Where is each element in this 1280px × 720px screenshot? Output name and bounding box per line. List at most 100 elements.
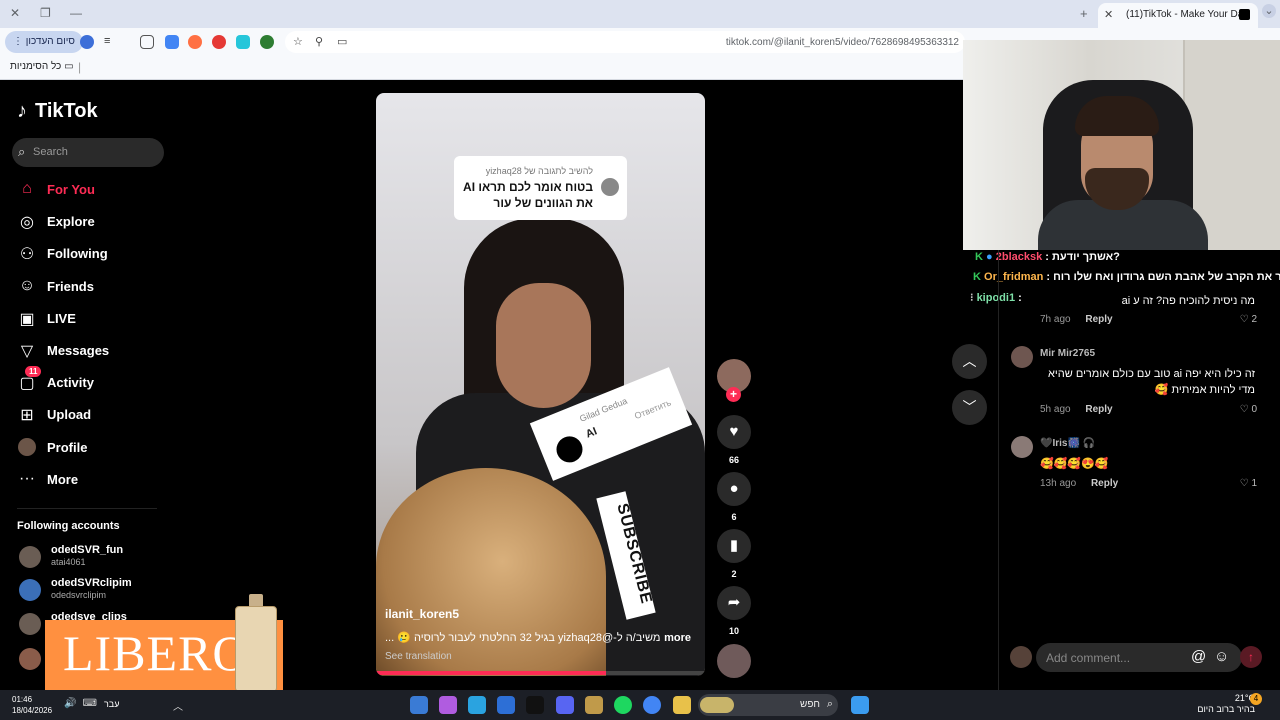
end-session-button[interactable]: ⋮ סיום העדכון — [5, 31, 83, 53]
browser-tab-tiktok[interactable]: ✕ (11)TikTok - Make Your Day — [1098, 3, 1258, 28]
new-tab-icon[interactable]: + — [1080, 6, 1088, 21]
avatar — [552, 432, 587, 467]
extensions-icon[interactable] — [140, 35, 154, 49]
minimize-window-icon[interactable]: — — [70, 6, 82, 20]
cast-icon[interactable]: ▭ — [337, 35, 347, 48]
app-gold-icon[interactable] — [585, 696, 603, 714]
nav-following[interactable]: ⚇ Following — [17, 241, 167, 269]
emoji-icon[interactable]: ☺ — [1214, 648, 1229, 665]
system-tray-icons[interactable]: 🔊⌨ — [64, 698, 103, 709]
follow-plus-button[interactable]: + — [726, 387, 741, 402]
save-action[interactable]: ▮ 2 — [717, 529, 751, 579]
input-language[interactable]: עבר — [104, 699, 119, 709]
taskbar-search[interactable]: חפש ⌕ — [698, 694, 838, 716]
avatar — [19, 579, 41, 601]
home-icon: ⌂ — [22, 180, 32, 197]
tiktok-favicon — [1239, 9, 1250, 20]
chevron-up-icon[interactable]: ︿ — [173, 698, 191, 716]
profile-avatar-icon[interactable] — [80, 35, 94, 49]
comment-action[interactable]: ● 6 — [717, 472, 751, 522]
following-account[interactable]: odedSVR_fun atai4061 — [17, 544, 167, 574]
avatar[interactable] — [1011, 436, 1033, 458]
app-grid-icon[interactable] — [497, 696, 515, 714]
spotify-icon[interactable] — [614, 696, 632, 714]
heart-outline-icon: ♡ — [1239, 478, 1249, 489]
video-player[interactable]: להשיב לתגובה של yizhaq28 בטוח אומר לכם ת… — [376, 93, 705, 676]
avatar[interactable] — [1011, 346, 1033, 368]
nav-activity[interactable]: ▢ 11 Activity — [17, 366, 167, 398]
see-translation-link[interactable]: See translation — [385, 651, 452, 662]
reading-list-icon[interactable]: ≡ — [104, 35, 118, 49]
nav-upload[interactable]: ⊞ Upload — [17, 402, 167, 430]
weather-widget[interactable]: 21°C בהיר ברוב היום — [1195, 693, 1255, 715]
previous-video-button[interactable]: ︿ — [952, 344, 987, 379]
browser-tab-strip: ✕ ❐ — + ✕ (11)TikTok - Make Your Day ⌄ — [0, 0, 1280, 28]
search-input[interactable]: ⌕ Search — [12, 138, 164, 167]
folder-icon: ▭ — [64, 61, 74, 72]
close-tab-icon[interactable]: ✕ — [1104, 8, 1113, 21]
reply-button[interactable]: Reply — [1085, 314, 1112, 325]
more-icon: ··· — [19, 470, 35, 487]
url-text: tiktok.com/@ilanit_koren5/video/76286984… — [725, 37, 959, 48]
share-icon[interactable]: ➦ — [717, 586, 751, 620]
extension-teal-icon[interactable] — [236, 35, 250, 49]
comment-like[interactable]: ♡ 2 — [1240, 314, 1257, 325]
search-icon: ⌕ — [826, 698, 833, 710]
maximize-window-icon[interactable]: ❐ — [40, 6, 51, 20]
all-bookmarks-button[interactable]: כל הסימניות ▭ — [10, 61, 74, 72]
comment-like[interactable]: ♡ 0 — [1240, 404, 1257, 415]
tiktok-logo[interactable]: ♪ TikTok — [17, 100, 98, 123]
share-action[interactable]: ➦ 10 — [717, 586, 751, 636]
next-video-button[interactable]: ﹀ — [952, 390, 987, 425]
discord-icon[interactable] — [556, 696, 574, 714]
bookmark-star-icon[interactable]: ☆ — [293, 35, 303, 48]
video-person — [496, 283, 591, 408]
nav-more[interactable]: ··· More — [17, 467, 167, 495]
video-progress-bar[interactable] — [376, 671, 705, 675]
sound-avatar[interactable] — [717, 644, 751, 678]
tab-title: (11)TikTok - Make Your Day — [1126, 9, 1249, 20]
post-comment-button[interactable]: ↑ — [1240, 646, 1262, 668]
following-icon: ⚇ — [19, 246, 35, 263]
mention-icon[interactable]: @ — [1191, 648, 1206, 665]
video-author[interactable]: ilanit_koren5 — [385, 607, 459, 621]
reply-button[interactable]: Reply — [1085, 404, 1112, 415]
like-count: 66 — [728, 455, 739, 465]
nav-friends[interactable]: ☺ Friends — [17, 274, 167, 302]
comment-like[interactable]: ♡ 1 — [1240, 478, 1257, 489]
avatar — [19, 648, 41, 670]
extension-green-icon[interactable] — [260, 35, 274, 49]
following-account[interactable]: odedSVRclipim odedsvrclipim — [17, 577, 167, 607]
nav-explore[interactable]: ◎ Explore — [17, 209, 167, 237]
clock[interactable]: 01:46 18/04/2026 — [12, 694, 52, 716]
extension-downloads-icon[interactable] — [165, 35, 179, 49]
avatar — [19, 546, 41, 568]
telegram-icon[interactable] — [468, 696, 486, 714]
address-bar[interactable]: ☆ ⚲ ▭ tiktok.com/@ilanit_koren5/video/76… — [285, 31, 965, 53]
caption-more-button[interactable]: more — [664, 632, 691, 644]
notification-badge[interactable]: 4 — [1250, 693, 1262, 705]
extension-red-icon[interactable] — [212, 35, 226, 49]
reply-button[interactable]: Reply — [1091, 478, 1118, 489]
like-action[interactable]: ♥ 66 — [717, 415, 751, 465]
nav-live[interactable]: ▣ LIVE — [17, 306, 167, 334]
comment-icon[interactable]: ● — [717, 472, 751, 506]
steam-icon[interactable] — [410, 696, 428, 714]
nav-for-you[interactable]: ⌂ For You — [17, 177, 167, 205]
heart-icon[interactable]: ♥ — [717, 415, 751, 449]
bookmark-icon[interactable]: ▮ — [717, 529, 751, 563]
avatar — [19, 613, 41, 635]
comments-panel: מה ניסית להוכיח פה? זה ע ai 7h ago Reply… — [998, 250, 1280, 690]
file-explorer-icon[interactable] — [673, 696, 691, 714]
app-purple-icon[interactable] — [439, 696, 457, 714]
extension-fire-icon[interactable] — [188, 35, 202, 49]
zoom-icon[interactable]: ⚲ — [315, 35, 323, 48]
add-comment-input[interactable]: Add comment... @ ☺ — [1036, 643, 1242, 672]
close-window-icon[interactable]: ✕ — [10, 6, 20, 20]
chrome-icon[interactable] — [643, 696, 661, 714]
nav-messages[interactable]: ▽ Messages — [17, 338, 167, 366]
tab-search-icon[interactable]: ⌄ — [1262, 4, 1276, 18]
nav-profile[interactable]: Profile — [17, 435, 167, 463]
app-dark-icon[interactable] — [526, 696, 544, 714]
windows-start-icon[interactable] — [851, 696, 869, 714]
